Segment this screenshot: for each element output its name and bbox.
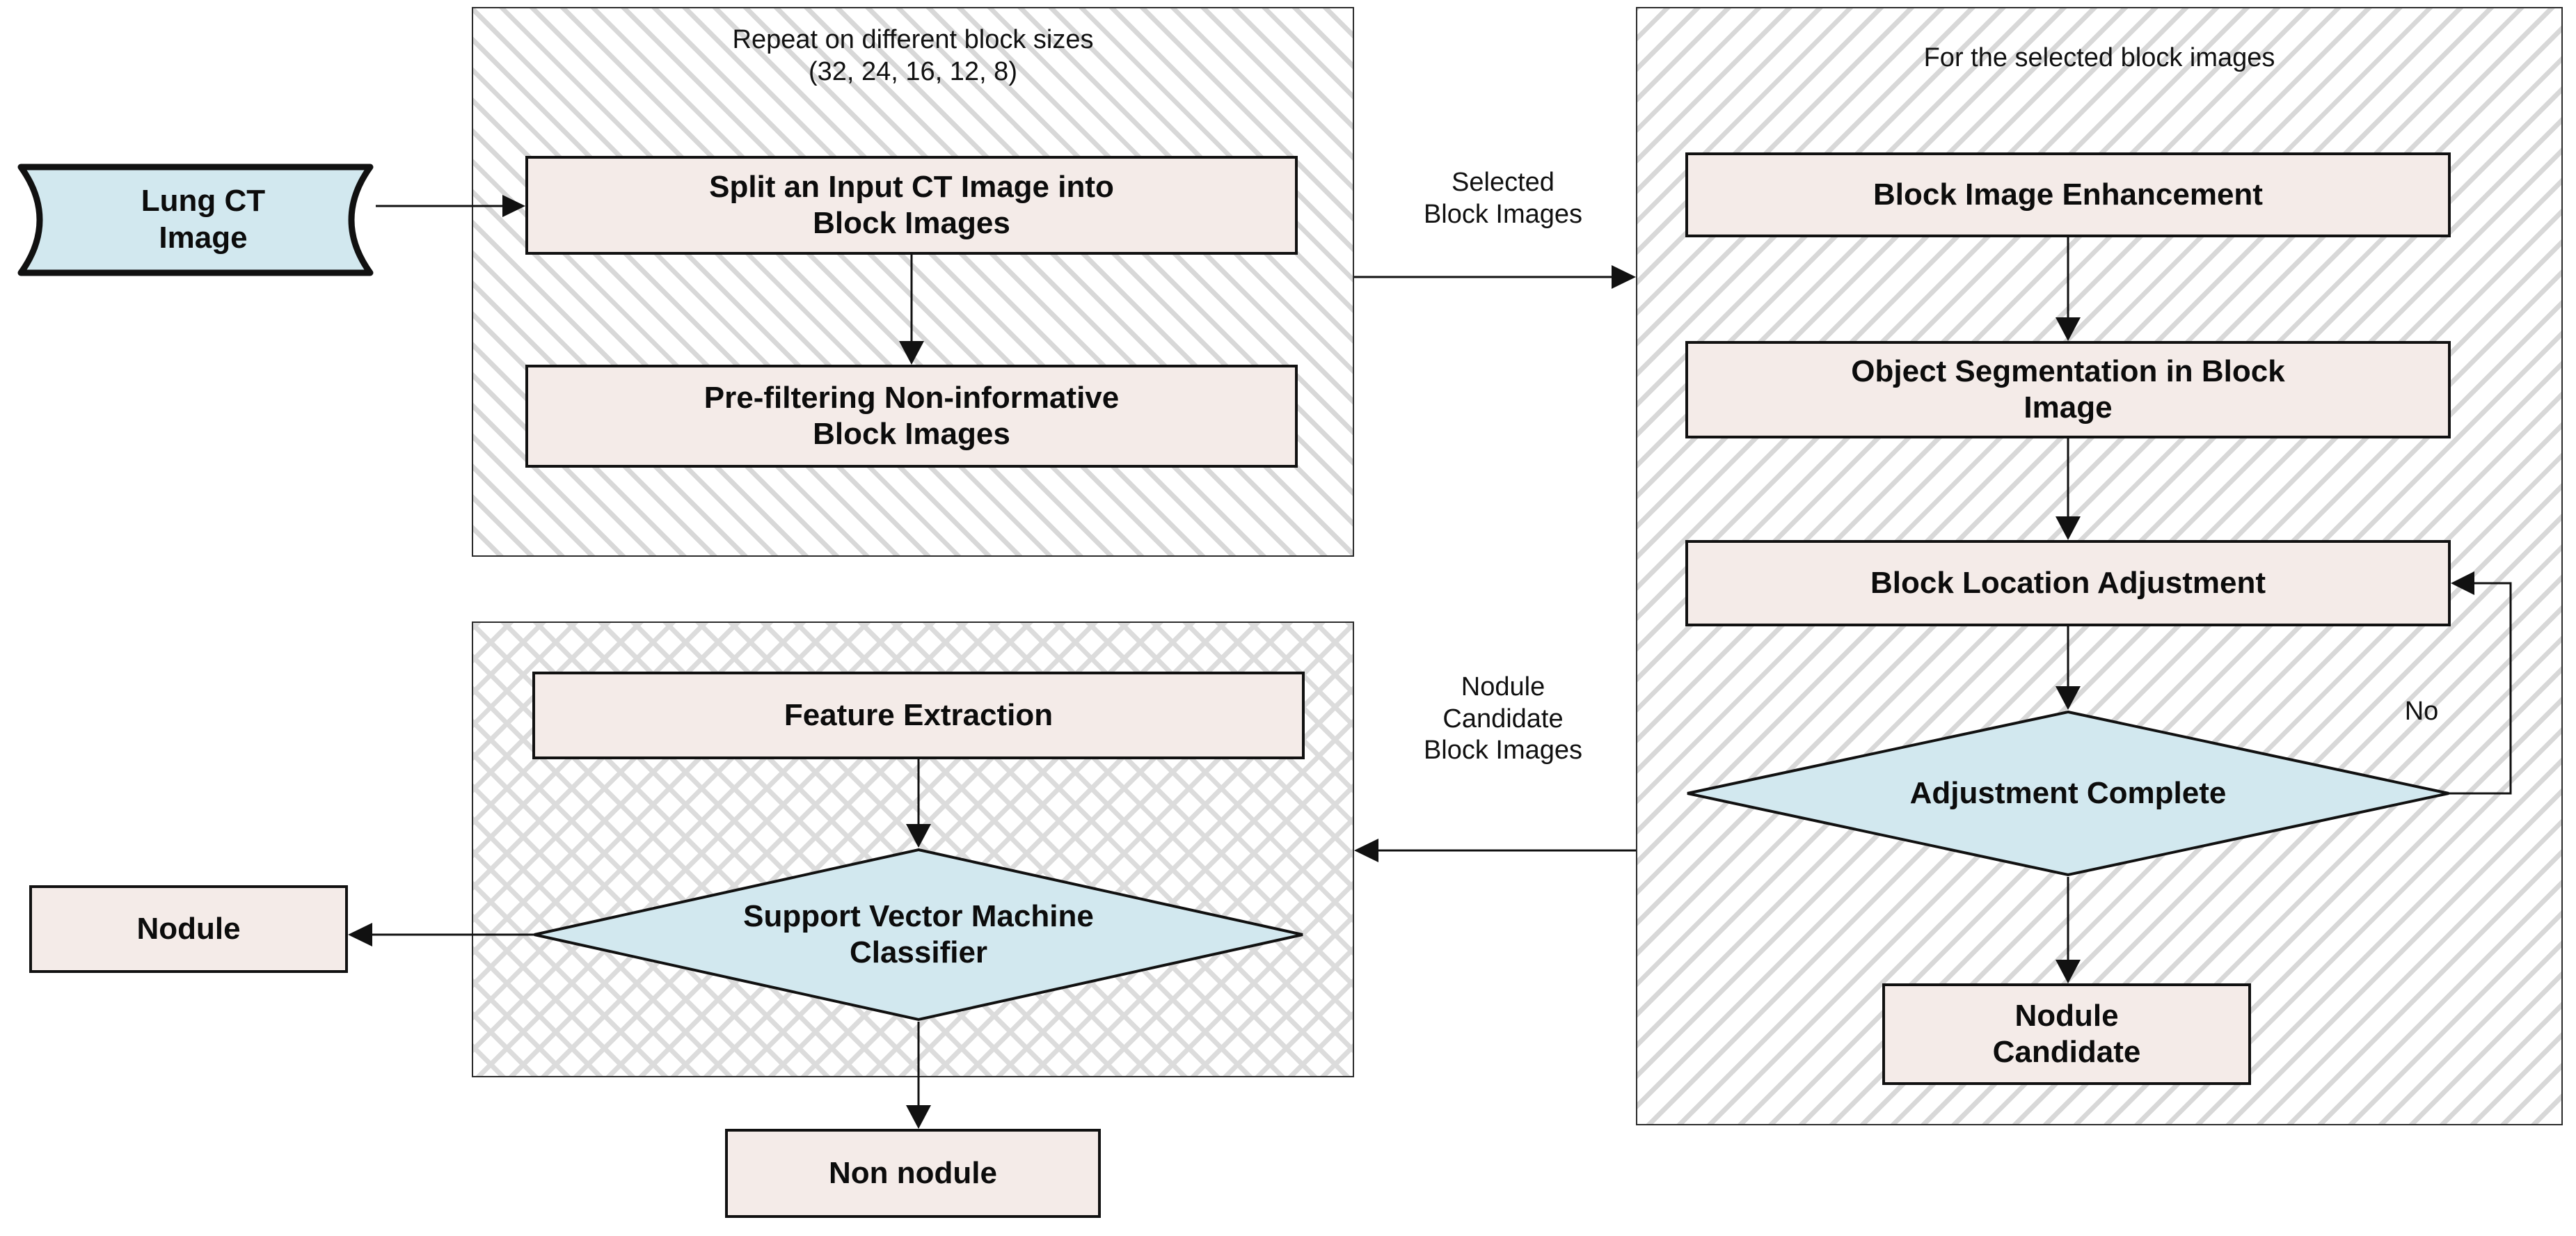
- adjustment-complete-decision[interactable]: Adjustment Complete: [1685, 710, 2451, 877]
- flowchart-canvas: Repeat on different block sizes (32, 24,…: [0, 0, 2576, 1236]
- object-segmentation-label: Object Segmentation in Block Image: [1851, 354, 2285, 425]
- non-nodule-node[interactable]: Non nodule: [725, 1129, 1101, 1218]
- feature-extraction-node[interactable]: Feature Extraction: [532, 672, 1305, 759]
- nodule-label: Nodule: [136, 912, 241, 946]
- split-input-ct-image-node[interactable]: Split an Input CT Image into Block Image…: [525, 156, 1298, 255]
- nodule-node[interactable]: Nodule: [29, 885, 348, 973]
- edge-processing-group-to-classification-group: [1354, 839, 1636, 862]
- group-block-processing-caption: For the selected block images: [1923, 43, 2275, 72]
- edge-label-selected-block-images: Selected Block Images: [1423, 168, 1583, 229]
- nodule-candidate-label: Nodule Candidate: [1992, 999, 2141, 1069]
- nodule-candidate-node[interactable]: Nodule Candidate: [1882, 983, 2251, 1085]
- tape-shape-icon: [17, 164, 374, 276]
- diamond-shape-icon: [534, 848, 1303, 1022]
- svm-classifier-decision[interactable]: Support Vector Machine Classifier: [532, 848, 1305, 1022]
- prefilter-noninformative-label: Pre-filtering Non-informative Block Imag…: [703, 381, 1120, 451]
- group-block-split-caption: Repeat on different block sizes (32, 24,…: [732, 25, 1094, 87]
- block-location-adjustment-node[interactable]: Block Location Adjustment: [1685, 540, 2451, 626]
- edge-split-group-to-processing-group: [1354, 265, 1636, 289]
- group-block-split: Repeat on different block sizes (32, 24,…: [472, 7, 1354, 557]
- block-location-adjustment-label: Block Location Adjustment: [1870, 566, 2266, 601]
- object-segmentation-node[interactable]: Object Segmentation in Block Image: [1685, 341, 2451, 438]
- edge-label-nodule-candidate-block-images: Nodule Candidate Block Images: [1423, 672, 1583, 766]
- lung-ct-image-node[interactable]: Lung CT Image: [15, 161, 391, 278]
- block-image-enhancement-label: Block Image Enhancement: [1873, 177, 2263, 212]
- split-input-ct-image-label: Split an Input CT Image into Block Image…: [709, 170, 1114, 240]
- edge-label-no-branch: No: [2404, 697, 2439, 726]
- feature-extraction-label: Feature Extraction: [784, 698, 1054, 733]
- non-nodule-label: Non nodule: [829, 1156, 997, 1191]
- block-image-enhancement-node[interactable]: Block Image Enhancement: [1685, 152, 2451, 237]
- diamond-shape-icon: [1687, 710, 2449, 877]
- prefilter-noninformative-node[interactable]: Pre-filtering Non-informative Block Imag…: [525, 365, 1298, 468]
